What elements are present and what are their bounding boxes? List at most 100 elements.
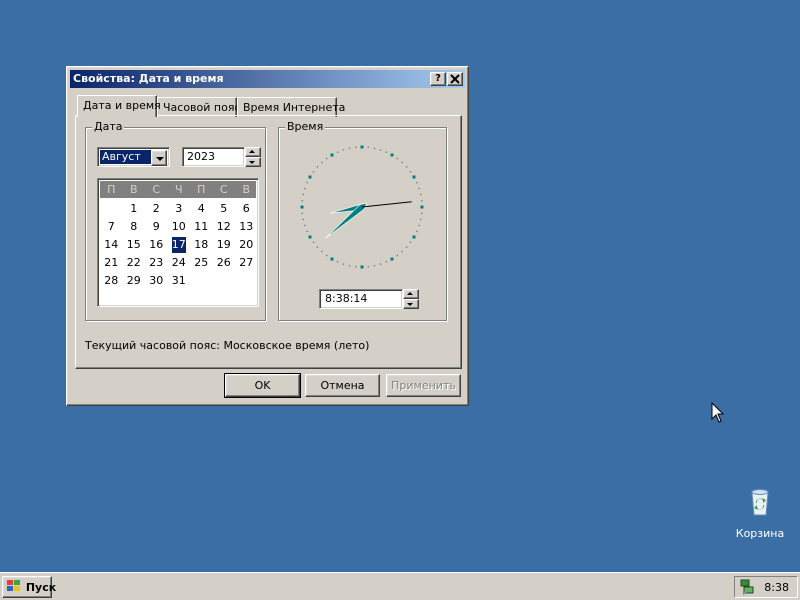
- calendar-day[interactable]: 12: [213, 218, 236, 236]
- hour-mark: [360, 265, 364, 269]
- minute-mark: [326, 157, 328, 160]
- hour-mark: [420, 205, 424, 209]
- close-button[interactable]: [447, 72, 463, 86]
- calendar-day[interactable]: 11: [190, 218, 213, 236]
- calendar-day[interactable]: 14: [100, 236, 123, 254]
- calendar-day[interactable]: 18: [190, 236, 213, 254]
- recycle-bin-icon: [751, 489, 769, 516]
- minute-mark: [302, 218, 304, 221]
- weekday-header-cell: П: [107, 183, 116, 196]
- calendar-day[interactable]: 27: [235, 254, 258, 272]
- tab-label: Часовой пояс: [163, 101, 241, 114]
- analog-clock: [300, 145, 424, 269]
- weekday-header-cell: П: [197, 183, 206, 196]
- hour-mark: [390, 257, 394, 261]
- calendar-day-selected[interactable]: 17: [171, 237, 186, 253]
- calendar-day[interactable]: 15: [123, 236, 146, 254]
- calendar-day[interactable]: 4: [190, 200, 213, 218]
- year-up-button[interactable]: [245, 147, 261, 157]
- hour-mark: [308, 175, 312, 179]
- year-input[interactable]: 2023: [182, 147, 245, 167]
- network-icon[interactable]: [739, 579, 755, 595]
- minute-mark: [373, 147, 376, 149]
- second-hand: [361, 201, 412, 208]
- dialog-titlebar[interactable]: Свойства: Дата и время ?: [70, 70, 465, 88]
- minute-mark: [336, 261, 339, 263]
- help-button[interactable]: ?: [430, 72, 446, 86]
- arrow-down-icon: [407, 303, 413, 306]
- calendar-day[interactable]: 29: [123, 272, 146, 290]
- start-button[interactable]: Пуск: [2, 576, 56, 598]
- minute-mark: [418, 187, 420, 190]
- start-label: Пуск: [25, 581, 57, 594]
- tab-internet-time[interactable]: Время Интернета: [237, 97, 345, 117]
- weekday-header-cell: С: [152, 183, 161, 196]
- calendar-day[interactable]: 3: [168, 200, 191, 218]
- calendar-day[interactable]: 16: [145, 236, 168, 254]
- minute-mark: [396, 157, 398, 160]
- mouse-cursor-icon: [711, 402, 725, 423]
- calendar-day[interactable]: 24: [168, 254, 191, 272]
- time-input[interactable]: 8:38:14: [319, 289, 403, 309]
- calendar-day[interactable]: 19: [213, 236, 236, 254]
- minute-mark: [355, 266, 357, 268]
- weekday-header-cell: В: [242, 183, 251, 196]
- hour-mark: [412, 235, 416, 239]
- calendar-day[interactable]: 28: [100, 272, 123, 290]
- apply-button[interactable]: Применить: [386, 374, 461, 397]
- minute-mark: [416, 230, 418, 233]
- recycle-bin[interactable]: Корзина: [730, 486, 790, 540]
- tray-clock[interactable]: 8:38: [764, 581, 789, 594]
- minute-mark: [409, 171, 412, 173]
- minute-mark: [336, 151, 339, 153]
- arrow-up-icon: [249, 150, 255, 153]
- weekday-header-cell: С: [219, 183, 228, 196]
- ok-button[interactable]: OK: [224, 373, 301, 398]
- year-spinner[interactable]: [245, 147, 261, 167]
- calendar-day[interactable]: 6: [235, 200, 258, 218]
- tab-time-zone[interactable]: Часовой пояс: [157, 97, 241, 117]
- minute-mark: [379, 149, 382, 151]
- calendar-day[interactable]: 13: [235, 218, 258, 236]
- minute-mark: [316, 166, 319, 168]
- minute-mark: [385, 261, 388, 263]
- year-down-button[interactable]: [245, 157, 261, 167]
- calendar-day[interactable]: 9: [145, 218, 168, 236]
- time-up-button[interactable]: [403, 289, 419, 299]
- calendar-day[interactable]: 25: [190, 254, 213, 272]
- month-dropdown-button[interactable]: [151, 150, 167, 166]
- recycle-bin-label: Корзина: [735, 527, 785, 540]
- time-down-button[interactable]: [403, 299, 419, 309]
- hour-mark: [308, 235, 312, 239]
- minute-mark: [304, 187, 306, 190]
- minute-mark: [416, 181, 418, 184]
- calendar-day[interactable]: 22: [123, 254, 146, 272]
- calendar-day[interactable]: 10: [168, 218, 191, 236]
- minute-mark: [373, 265, 376, 267]
- calendar-day[interactable]: 8: [123, 218, 146, 236]
- calendar-day[interactable]: 5: [213, 200, 236, 218]
- calendar-day[interactable]: 2: [145, 200, 168, 218]
- minute-mark: [401, 250, 403, 253]
- windows-logo-icon: [7, 580, 20, 591]
- calendar-days-grid[interactable]: 1 2 3 4 5 6 7 8 9 10 11 12 13 14 15 16 17 18 19 20 21 22 23 24 2…: [100, 200, 256, 290]
- calendar-day[interactable]: 7: [100, 218, 123, 236]
- calendar-day[interactable]: 30: [145, 272, 168, 290]
- minute-mark: [304, 224, 306, 227]
- minute-mark: [379, 263, 382, 265]
- cancel-button[interactable]: Отмена: [305, 374, 380, 397]
- tab-date-time[interactable]: Дата и время: [77, 95, 161, 117]
- calendar-day[interactable]: 20: [235, 236, 258, 254]
- calendar-day[interactable]: 1: [123, 200, 146, 218]
- month-select[interactable]: Август: [97, 147, 170, 167]
- minute-mark: [301, 212, 303, 214]
- minute-mark: [316, 246, 319, 248]
- time-spinner[interactable]: [403, 289, 419, 309]
- calendar-day[interactable]: 21: [100, 254, 123, 272]
- calendar-day[interactable]: 23: [145, 254, 168, 272]
- minute-mark: [348, 147, 351, 149]
- calendar-day[interactable]: 26: [213, 254, 236, 272]
- month-calendar[interactable]: ПВСЧПСВ 1 2 3 4 5 6 7 8 9 10 11 12 13 14 15 16 17 18 19 20 2…: [97, 178, 259, 307]
- minute-mark: [401, 161, 403, 164]
- calendar-day[interactable]: 31: [168, 272, 191, 290]
